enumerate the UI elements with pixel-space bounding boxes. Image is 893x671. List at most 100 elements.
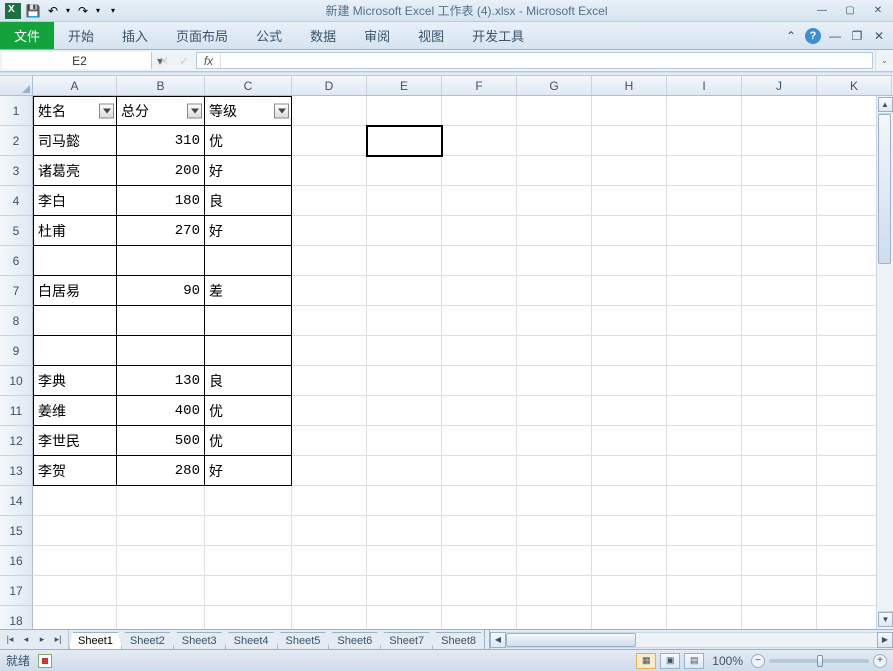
table-cell[interactable] [33, 246, 117, 276]
sheet-first-button[interactable]: |◂ [2, 632, 18, 648]
row-header[interactable]: 2 [0, 126, 33, 156]
cell[interactable] [517, 336, 592, 366]
table-cell[interactable]: 优 [205, 426, 292, 456]
table-cell[interactable]: 杜甫 [33, 216, 117, 246]
row-header[interactable]: 5 [0, 216, 33, 246]
cell[interactable] [292, 576, 367, 606]
cell[interactable] [117, 516, 205, 546]
table-cell[interactable]: 200 [117, 156, 205, 186]
row-header[interactable]: 1 [0, 96, 33, 126]
cell[interactable] [742, 156, 817, 186]
sheet-tab[interactable]: Sheet3 [173, 632, 226, 649]
cell[interactable] [442, 156, 517, 186]
cell[interactable] [742, 336, 817, 366]
workbook-close-button[interactable]: ✕ [871, 28, 887, 44]
table-header[interactable]: 等级 [205, 96, 292, 126]
table-cell[interactable]: 差 [205, 276, 292, 306]
cell[interactable] [592, 96, 667, 126]
cell[interactable] [517, 576, 592, 606]
cell[interactable] [292, 96, 367, 126]
cell[interactable] [367, 456, 442, 486]
scroll-right-button[interactable]: ▶ [877, 632, 893, 648]
table-cell[interactable] [117, 246, 205, 276]
cell[interactable] [667, 426, 742, 456]
cell[interactable] [442, 366, 517, 396]
h-scroll-thumb[interactable] [506, 633, 636, 647]
table-cell[interactable] [205, 306, 292, 336]
fx-icon[interactable]: fx [197, 54, 221, 68]
cell[interactable] [442, 576, 517, 606]
cell[interactable] [667, 546, 742, 576]
page-break-view-button[interactable]: ▤ [684, 653, 704, 669]
cell[interactable] [592, 486, 667, 516]
cell[interactable] [367, 96, 442, 126]
row-header[interactable]: 8 [0, 306, 33, 336]
cell[interactable] [292, 366, 367, 396]
column-header[interactable]: G [517, 76, 592, 95]
table-cell[interactable]: 优 [205, 126, 292, 156]
cell[interactable] [442, 426, 517, 456]
cell[interactable] [592, 366, 667, 396]
table-header[interactable]: 总分 [117, 96, 205, 126]
name-box-input[interactable] [2, 54, 157, 68]
cell[interactable] [517, 426, 592, 456]
cell[interactable] [442, 186, 517, 216]
file-tab[interactable]: 文件 [0, 22, 54, 49]
cell[interactable] [667, 456, 742, 486]
table-cell[interactable]: 李白 [33, 186, 117, 216]
cell[interactable] [292, 216, 367, 246]
cell[interactable] [742, 96, 817, 126]
cell[interactable] [592, 156, 667, 186]
table-cell[interactable]: 好 [205, 216, 292, 246]
cell[interactable] [442, 336, 517, 366]
cell[interactable] [742, 606, 817, 629]
cell[interactable] [367, 396, 442, 426]
ribbon-tab-1[interactable]: 插入 [108, 22, 162, 49]
vertical-scrollbar[interactable]: ▲ ▼ [876, 96, 893, 629]
cell[interactable] [592, 126, 667, 156]
cell[interactable] [592, 546, 667, 576]
cell[interactable] [667, 336, 742, 366]
cell[interactable] [742, 366, 817, 396]
cell[interactable] [367, 246, 442, 276]
cell[interactable] [33, 486, 117, 516]
cell[interactable] [517, 456, 592, 486]
filter-button[interactable] [274, 104, 289, 119]
cell[interactable] [292, 426, 367, 456]
sheet-next-button[interactable]: ▸ [34, 632, 50, 648]
cell[interactable] [742, 186, 817, 216]
column-header[interactable]: I [667, 76, 742, 95]
cell[interactable] [367, 606, 442, 629]
cell[interactable] [592, 606, 667, 629]
sheet-prev-button[interactable]: ◂ [18, 632, 34, 648]
scroll-left-button[interactable]: ◀ [490, 632, 506, 648]
cell[interactable] [205, 486, 292, 516]
table-cell[interactable] [117, 336, 205, 366]
active-cell[interactable] [367, 126, 442, 156]
ribbon-tab-3[interactable]: 公式 [242, 22, 296, 49]
cell[interactable] [367, 426, 442, 456]
table-cell[interactable]: 良 [205, 186, 292, 216]
cell[interactable] [742, 246, 817, 276]
cell[interactable] [205, 516, 292, 546]
cell[interactable] [742, 126, 817, 156]
table-cell[interactable]: 白居易 [33, 276, 117, 306]
cell[interactable] [292, 246, 367, 276]
filter-button[interactable] [187, 104, 202, 119]
row-header[interactable]: 15 [0, 516, 33, 546]
zoom-in-button[interactable]: + [873, 654, 887, 668]
cell[interactable] [292, 456, 367, 486]
workbook-restore-button[interactable]: ❐ [849, 28, 865, 44]
row-header[interactable]: 9 [0, 336, 33, 366]
cell[interactable] [667, 96, 742, 126]
cell[interactable] [517, 96, 592, 126]
cell[interactable] [517, 156, 592, 186]
cell[interactable] [292, 336, 367, 366]
column-header[interactable]: K [817, 76, 892, 95]
cell[interactable] [367, 156, 442, 186]
column-header[interactable]: A [33, 76, 117, 95]
h-scroll-track[interactable] [506, 632, 877, 648]
cell[interactable] [33, 576, 117, 606]
row-header[interactable]: 11 [0, 396, 33, 426]
cell[interactable] [442, 276, 517, 306]
